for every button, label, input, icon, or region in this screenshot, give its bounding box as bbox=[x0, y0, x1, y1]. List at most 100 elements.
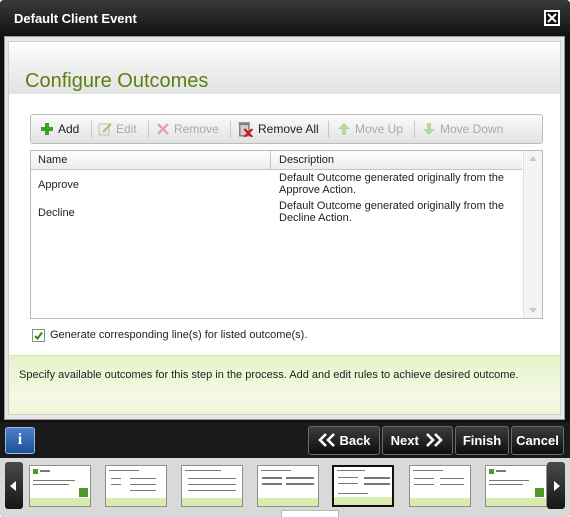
step-thumbnail[interactable] bbox=[485, 465, 547, 507]
thumb-line bbox=[111, 478, 121, 479]
table-row[interactable]: Decline Default Outcome generated origin… bbox=[31, 199, 522, 227]
step-thumbnail[interactable] bbox=[105, 465, 167, 507]
remove-all-icon bbox=[238, 121, 254, 137]
thumb-line bbox=[109, 470, 139, 471]
thumb-line bbox=[261, 470, 291, 471]
thumb-line bbox=[364, 483, 390, 485]
toolbar-divider bbox=[148, 121, 149, 138]
thumb-line bbox=[262, 483, 282, 485]
thumb-line bbox=[338, 493, 368, 494]
outcomes-toolbar: Add Edit Remove Remove All Move Up Move … bbox=[30, 114, 543, 144]
arrow-up-icon bbox=[338, 122, 350, 135]
move-down-button[interactable]: Move Down bbox=[422, 115, 503, 143]
thumb-line bbox=[33, 484, 69, 485]
thumb-line bbox=[489, 480, 529, 481]
thumb-band bbox=[30, 498, 90, 506]
add-label: Add bbox=[58, 122, 80, 136]
hint-band: Specify available outcomes for this step… bbox=[9, 355, 560, 414]
remove-all-button[interactable]: Remove All bbox=[237, 115, 319, 143]
finish-label: Finish bbox=[462, 433, 502, 448]
toolbar-divider bbox=[230, 121, 231, 138]
close-button[interactable] bbox=[544, 10, 560, 26]
strip-position-indicator bbox=[281, 510, 339, 517]
thumb-line bbox=[496, 470, 506, 472]
thumb-line bbox=[188, 484, 236, 485]
next-button[interactable]: Next bbox=[382, 426, 453, 455]
step-thumbnail[interactable] bbox=[409, 465, 471, 507]
row-description: Default Outcome generated originally fro… bbox=[279, 172, 505, 196]
move-up-button[interactable]: Move Up bbox=[337, 115, 403, 143]
header-band: Configure Outcomes bbox=[9, 42, 560, 94]
step-thumbnail-current[interactable] bbox=[332, 465, 394, 507]
back-label: Back bbox=[339, 433, 371, 448]
thumb-line bbox=[188, 478, 236, 479]
hint-text: Specify available outcomes for this step… bbox=[19, 369, 519, 381]
back-button[interactable]: Back bbox=[308, 426, 380, 455]
wizard-dialog: Default Client Event Configure Outcomes … bbox=[0, 0, 570, 517]
column-divider[interactable] bbox=[270, 151, 271, 170]
thumb-image-icon bbox=[79, 488, 88, 497]
info-button[interactable]: i bbox=[5, 427, 35, 454]
chevron-left-icon bbox=[318, 432, 336, 447]
thumb-band bbox=[258, 498, 318, 506]
grid-scrollbar[interactable] bbox=[523, 151, 542, 318]
finish-button[interactable]: Finish bbox=[455, 426, 509, 455]
chevron-right-icon bbox=[426, 432, 444, 447]
chevron-left-icon bbox=[10, 481, 16, 491]
table-row[interactable]: Approve Default Outcome generated origin… bbox=[31, 171, 522, 199]
wizard-navigation: i Back Next Finish Cancel bbox=[0, 422, 570, 458]
edit-button[interactable]: Edit bbox=[98, 115, 137, 143]
thumb-image-icon bbox=[535, 488, 544, 497]
thumb-line bbox=[130, 478, 156, 479]
toolbar-divider bbox=[328, 121, 329, 138]
thumb-band bbox=[106, 498, 166, 506]
column-header-name[interactable]: Name bbox=[38, 154, 67, 166]
edit-label: Edit bbox=[116, 122, 137, 136]
thumb-line bbox=[414, 478, 434, 479]
remove-all-label: Remove All bbox=[258, 122, 319, 136]
step-thumbnail[interactable] bbox=[29, 465, 91, 507]
generate-lines-checkbox[interactable] bbox=[32, 329, 45, 342]
cancel-button[interactable]: Cancel bbox=[511, 426, 564, 455]
arrow-down-icon bbox=[423, 122, 435, 135]
thumb-line bbox=[337, 470, 365, 471]
content-frame: Configure Outcomes Add Edit Remove Remov… bbox=[4, 36, 565, 420]
strip-scroll-right-button[interactable] bbox=[547, 462, 565, 509]
thumb-line bbox=[40, 470, 50, 472]
thumb-line bbox=[33, 480, 75, 481]
thumb-line bbox=[414, 484, 434, 485]
thumb-line bbox=[185, 470, 221, 471]
add-button[interactable]: Add bbox=[40, 115, 79, 143]
scroll-up-icon[interactable] bbox=[529, 156, 537, 161]
grid-header: Name Description bbox=[31, 151, 522, 170]
edit-icon bbox=[98, 123, 112, 136]
step-thumbnail[interactable] bbox=[181, 465, 243, 507]
thumb-line bbox=[130, 484, 156, 485]
row-name: Approve bbox=[38, 179, 79, 191]
thumb-line bbox=[413, 470, 443, 471]
thumb-line bbox=[262, 477, 282, 479]
logo-icon bbox=[33, 469, 38, 474]
chevron-right-icon bbox=[554, 481, 560, 491]
move-down-label: Move Down bbox=[440, 122, 504, 136]
thumb-line bbox=[130, 490, 156, 491]
thumb-line bbox=[111, 484, 121, 485]
column-header-description[interactable]: Description bbox=[279, 154, 334, 166]
thumb-line bbox=[489, 484, 523, 485]
page-title: Configure Outcomes bbox=[25, 70, 209, 92]
thumb-line bbox=[338, 477, 358, 478]
remove-button[interactable]: Remove bbox=[156, 115, 219, 143]
outcomes-grid: Name Description Approve Default Outcome… bbox=[30, 150, 543, 319]
remove-icon bbox=[157, 122, 169, 135]
thumb-band bbox=[182, 498, 242, 506]
toolbar-divider bbox=[414, 121, 415, 138]
cancel-label: Cancel bbox=[516, 433, 559, 448]
step-thumbnail[interactable] bbox=[257, 465, 319, 507]
checkmark-icon bbox=[34, 331, 43, 341]
thumb-line bbox=[286, 483, 314, 485]
thumb-line bbox=[338, 483, 358, 484]
scroll-down-icon[interactable] bbox=[529, 308, 537, 313]
title-bar: Default Client Event bbox=[0, 0, 570, 36]
strip-scroll-left-button[interactable] bbox=[5, 462, 23, 509]
row-description: Default Outcome generated originally fro… bbox=[279, 200, 505, 224]
